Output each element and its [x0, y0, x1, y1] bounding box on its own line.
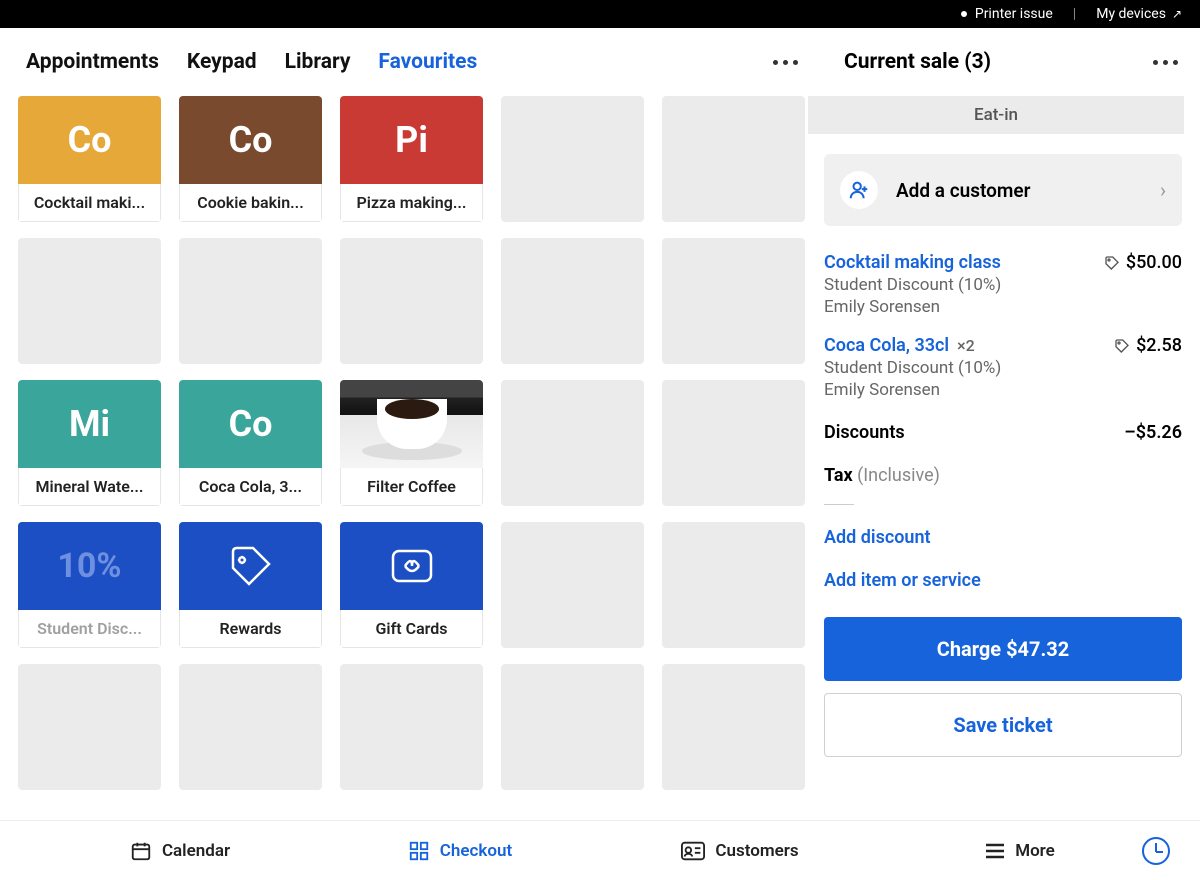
line-item-name: Coca Cola, 33cl: [824, 335, 949, 356]
tile-mineral-water[interactable]: Mi Mineral Wate...: [18, 380, 161, 506]
tab-appointments[interactable]: Appointments: [26, 50, 159, 74]
tile-label: Filter Coffee: [340, 468, 483, 506]
tile-empty[interactable]: [501, 238, 644, 364]
tile-empty[interactable]: [18, 664, 161, 790]
favourites-grid: Co Cocktail maki... Co Cookie bakin... P…: [0, 96, 824, 820]
tile-empty[interactable]: [340, 238, 483, 364]
tax-label: Tax: [824, 465, 853, 486]
line-item-discount: Student Discount (10%): [824, 358, 1182, 378]
tile-empty[interactable]: [501, 380, 644, 506]
line-item-price: $50.00: [1104, 252, 1182, 273]
line-item-discount: Student Discount (10%): [824, 275, 1182, 295]
tile-abbr: Pi: [340, 96, 483, 184]
tax-row: Tax (Inclusive): [824, 465, 1182, 486]
system-topbar: Printer issue | My devices ↗: [0, 0, 1200, 28]
tile-abbr: Co: [179, 96, 322, 184]
line-item[interactable]: Cocktail making class $50.00 Student Dis…: [824, 252, 1182, 317]
fulfilment-mode[interactable]: Eat-in: [808, 96, 1184, 134]
tile-label: Student Disc...: [18, 610, 161, 648]
add-customer-icon: [840, 171, 878, 209]
tab-keypad[interactable]: Keypad: [187, 50, 257, 74]
nav-label: Customers: [715, 841, 798, 861]
line-item[interactable]: Coca Cola, 33cl ×2 $2.58 Student Discoun…: [824, 335, 1182, 400]
tile-student-discount[interactable]: 10% Student Disc...: [18, 522, 161, 648]
gift-card-icon: [340, 522, 483, 610]
line-item-price: $2.58: [1114, 335, 1182, 356]
discount-percent: 10%: [18, 522, 161, 610]
nav-calendar[interactable]: Calendar: [40, 840, 320, 862]
sale-more-icon[interactable]: [1153, 60, 1178, 65]
status-dot-icon: [961, 11, 967, 17]
tile-empty[interactable]: [662, 522, 805, 648]
discounts-label: Discounts: [824, 422, 905, 443]
nav-label: Checkout: [440, 841, 512, 861]
tile-abbr: Co: [18, 96, 161, 184]
printer-issue-link[interactable]: Printer issue: [961, 6, 1053, 22]
tile-label: Pizza making...: [340, 184, 483, 222]
tax-note: (Inclusive): [857, 465, 940, 486]
chevron-right-icon: ›: [1160, 178, 1166, 202]
printer-issue-label: Printer issue: [975, 6, 1053, 22]
tile-abbr: Mi: [18, 380, 161, 468]
tile-filter-coffee[interactable]: Filter Coffee: [340, 380, 483, 506]
nav-label: More: [1015, 841, 1055, 861]
add-customer-button[interactable]: Add a customer ›: [824, 154, 1182, 226]
nav-customers[interactable]: Customers: [600, 841, 880, 861]
save-ticket-button[interactable]: Save ticket: [824, 693, 1182, 757]
tab-favourites[interactable]: Favourites: [378, 50, 477, 74]
tile-gift-cards[interactable]: Gift Cards: [340, 522, 483, 648]
nav-more[interactable]: More: [880, 841, 1160, 861]
clock-icon[interactable]: [1142, 837, 1170, 865]
line-item-staff: Emily Sorensen: [824, 297, 1182, 317]
charge-button[interactable]: Charge $47.32: [824, 617, 1182, 681]
tile-empty[interactable]: [18, 238, 161, 364]
coffee-image: [340, 380, 483, 468]
top-tabs: Appointments Keypad Library Favourites: [26, 50, 477, 74]
my-devices-label: My devices: [1096, 6, 1166, 22]
tile-cocktail-making[interactable]: Co Cocktail maki...: [18, 96, 161, 222]
items-panel: Appointments Keypad Library Favourites C…: [0, 28, 824, 820]
current-sale-panel: Current sale (3) Eat-in Add a customer ›…: [824, 28, 1200, 820]
nav-label: Calendar: [162, 841, 230, 861]
line-item-qty: ×2: [957, 336, 975, 355]
tile-abbr: Co: [179, 380, 322, 468]
tile-label: Gift Cards: [340, 610, 483, 648]
tile-label: Coca Cola, 3...: [179, 468, 322, 506]
tile-label: Cocktail maki...: [18, 184, 161, 222]
tab-library[interactable]: Library: [285, 50, 351, 74]
topbar-divider: |: [1073, 6, 1076, 22]
current-sale-title: Current sale (3): [844, 50, 991, 74]
tile-cookie-baking[interactable]: Co Cookie bakin...: [179, 96, 322, 222]
tile-empty[interactable]: [179, 664, 322, 790]
add-discount-link[interactable]: Add discount: [824, 527, 1182, 548]
discounts-row: Discounts –$5.26: [824, 422, 1182, 443]
tile-label: Mineral Wate...: [18, 468, 161, 506]
tile-empty[interactable]: [501, 664, 644, 790]
divider: [824, 504, 854, 505]
tile-coca-cola[interactable]: Co Coca Cola, 3...: [179, 380, 322, 506]
add-item-link[interactable]: Add item or service: [824, 570, 1182, 591]
tile-empty[interactable]: [662, 238, 805, 364]
tile-empty[interactable]: [662, 664, 805, 790]
nav-checkout[interactable]: Checkout: [320, 840, 600, 862]
rewards-tag-icon: [179, 522, 322, 610]
tile-empty[interactable]: [179, 238, 322, 364]
my-devices-link[interactable]: My devices ↗: [1096, 6, 1182, 22]
external-link-icon: ↗: [1172, 7, 1182, 21]
tile-empty[interactable]: [662, 96, 805, 222]
tile-empty[interactable]: [662, 380, 805, 506]
tile-label: Cookie bakin...: [179, 184, 322, 222]
line-item-name: Cocktail making class: [824, 252, 1001, 273]
line-item-staff: Emily Sorensen: [824, 380, 1182, 400]
tile-rewards[interactable]: Rewards: [179, 522, 322, 648]
tile-empty[interactable]: [501, 96, 644, 222]
tile-empty[interactable]: [340, 664, 483, 790]
add-customer-label: Add a customer: [896, 179, 1142, 202]
tile-label: Rewards: [179, 610, 322, 648]
discounts-value: –$5.26: [1124, 422, 1182, 443]
more-tabs-icon[interactable]: [773, 60, 798, 65]
tile-pizza-making[interactable]: Pi Pizza making...: [340, 96, 483, 222]
tile-empty[interactable]: [501, 522, 644, 648]
bottom-nav: Calendar Checkout Customers More: [0, 820, 1200, 880]
